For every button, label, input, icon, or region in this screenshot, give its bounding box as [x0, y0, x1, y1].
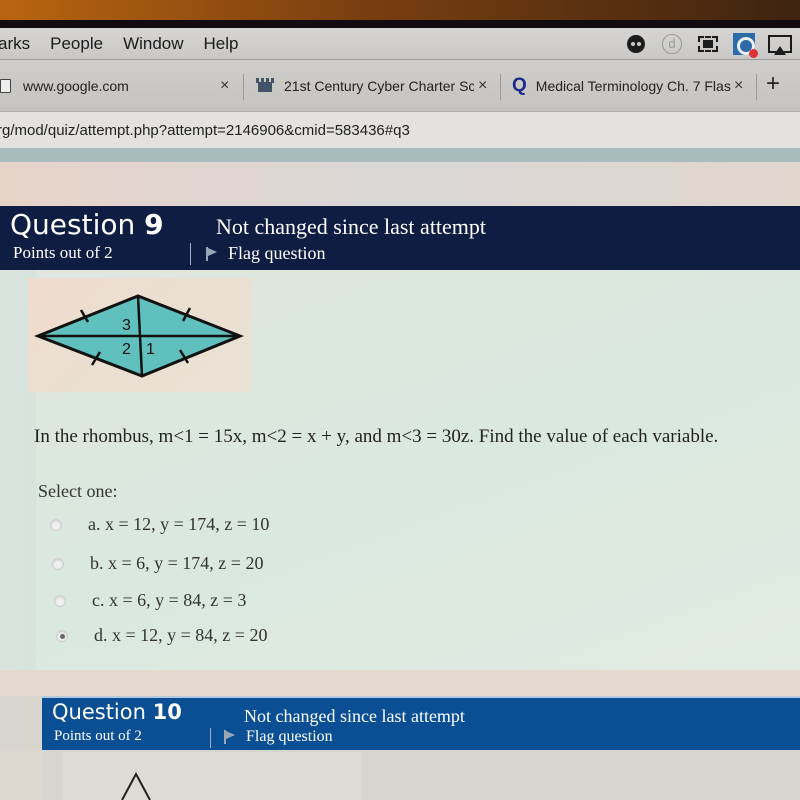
bezel-edge [0, 20, 800, 28]
question-10-status: Not changed since last attempt [244, 706, 465, 726]
d-circle-icon[interactable]: d [660, 33, 684, 55]
tab-separator [500, 74, 501, 100]
address-bar[interactable]: rg/mod/quiz/attempt.php?attempt=2146906&… [0, 112, 800, 148]
page-top-margin [0, 162, 800, 206]
question-9-title: Question 9 [10, 208, 164, 241]
film-strip-icon[interactable] [696, 33, 720, 55]
quizlet-q-icon: Q [512, 75, 527, 96]
radio-button[interactable] [54, 594, 66, 607]
question-10-flag[interactable]: Flag question [224, 728, 333, 746]
flag-icon [224, 730, 236, 744]
monitor-bezel [0, 0, 800, 22]
menu-help[interactable]: Help [204, 34, 239, 54]
angle-label-3: 3 [122, 317, 131, 334]
answer-option-a[interactable]: a. x = 12, y = 174, z = 10 [50, 514, 269, 535]
close-icon[interactable]: × [734, 77, 743, 95]
angle-label-1: 1 [146, 341, 155, 358]
rhombus-diagram: 3 2 1 [33, 294, 245, 378]
tab-separator [243, 74, 244, 100]
select-one-prompt: Select one: [38, 481, 118, 501]
question-9-text: In the rhombus, m<1 = 15x, m<2 = x + y, … [34, 426, 719, 447]
option-label[interactable]: d. x = 12, y = 84, z = 20 [94, 625, 267, 646]
tab-title: www.google.com [23, 78, 129, 94]
close-icon[interactable]: × [220, 77, 229, 95]
question-10-figure [62, 752, 362, 800]
airplay-icon[interactable] [768, 33, 792, 55]
question-10-title: Question 10 [52, 700, 182, 724]
tab-title: Medical Terminology Ch. 7 Flas [535, 78, 731, 94]
app-menubar: arks People Window Help d [0, 28, 800, 60]
menubar-status-icons: d [624, 28, 800, 60]
question-9-flag[interactable]: Flag question [206, 243, 326, 264]
flag-question-label[interactable]: Flag question [228, 243, 326, 264]
radio-button[interactable] [52, 557, 64, 570]
answer-option-d[interactable]: d. x = 12, y = 84, z = 20 [56, 625, 267, 646]
flag-icon [206, 246, 218, 261]
page-margin [0, 750, 42, 800]
radio-button[interactable] [50, 518, 62, 531]
browser-tabbar: www.google.com × 21st Century Cyber Char… [0, 60, 800, 112]
header-separator [190, 243, 191, 265]
triangle-diagram [121, 771, 151, 800]
menu-people[interactable]: People [50, 34, 103, 54]
header-separator [210, 728, 211, 748]
radio-button-selected[interactable] [56, 629, 68, 642]
new-tab-button[interactable]: + [766, 70, 780, 98]
tab-title: 21st Century Cyber Charter Sc [284, 78, 474, 94]
option-label[interactable]: c. x = 6, y = 84, z = 3 [92, 590, 246, 611]
flag-question-label[interactable]: Flag question [246, 728, 333, 746]
question-10-points: Points out of 2 [54, 728, 142, 744]
close-icon[interactable]: × [478, 77, 487, 95]
option-label[interactable]: a. x = 12, y = 174, z = 10 [88, 514, 269, 535]
document-icon [0, 79, 11, 93]
question-gap [0, 670, 800, 696]
url-text[interactable]: rg/mod/quiz/attempt.php?attempt=2146906&… [0, 122, 410, 139]
screen-recorder-icon[interactable] [732, 33, 758, 58]
question-10-header: Question 10 Points out of 2 Not changed … [42, 696, 800, 750]
question-9-header: Question 9 Points out of 2 Not changed s… [0, 206, 800, 270]
angle-label-2: 2 [122, 341, 131, 358]
ghost-icon[interactable] [624, 33, 648, 55]
tab-separator [756, 74, 757, 100]
tab-google[interactable]: www.google.com × [0, 60, 240, 112]
menu-window[interactable]: Window [123, 34, 183, 54]
answer-option-b[interactable]: b. x = 6, y = 174, z = 20 [52, 553, 263, 574]
answer-option-c[interactable]: c. x = 6, y = 84, z = 3 [54, 590, 246, 611]
rhombus-figure: 3 2 1 [28, 278, 252, 392]
tab-21st-century[interactable]: 21st Century Cyber Charter Sc × [256, 60, 496, 112]
triangle-apex [121, 771, 151, 800]
question-9-points: Points out of 2 [13, 243, 113, 262]
tab-medical-terminology[interactable]: Q Medical Terminology Ch. 7 Flas × [512, 60, 752, 112]
school-crest-icon [256, 78, 274, 94]
menu-bookmarks[interactable]: arks [0, 34, 30, 54]
option-label[interactable]: b. x = 6, y = 174, z = 20 [90, 553, 263, 574]
toolbar-divider [0, 148, 800, 162]
question-9-status: Not changed since last attempt [216, 214, 487, 239]
